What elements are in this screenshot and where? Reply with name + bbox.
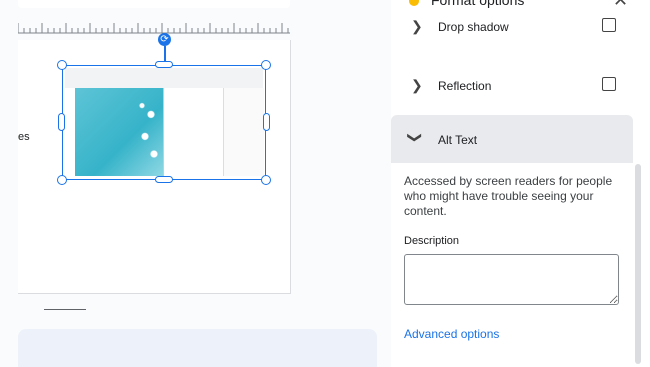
speaker-notes-area[interactable] — [18, 329, 377, 367]
selected-image[interactable] — [57, 60, 271, 185]
image-content-toolbar — [65, 68, 263, 88]
resize-handle-top-left[interactable] — [57, 60, 67, 70]
section-label-reflection: Reflection — [438, 79, 492, 93]
image-content-photo — [75, 88, 163, 176]
format-options-panel: Format options ✕ ❯ Drop shadow ❯ Reflect… — [391, 0, 650, 367]
chevron-right-icon: ❯ — [411, 18, 423, 34]
section-label-alt-text: Alt Text — [438, 133, 478, 147]
section-label-drop-shadow: Drop shadow — [438, 20, 509, 34]
slide-canvas-area: es ⟳ — [0, 0, 380, 367]
resize-handle-bottom-right[interactable] — [261, 175, 271, 185]
description-input[interactable] — [404, 254, 619, 305]
panel-title: Format options — [431, 0, 525, 8]
horizontal-ruler[interactable] — [18, 20, 290, 34]
image-frame[interactable] — [62, 65, 266, 180]
chevron-right-icon: ❯ — [411, 77, 423, 93]
drop-shadow-checkbox[interactable] — [602, 18, 616, 32]
slide-text-fragment: es — [18, 131, 30, 143]
section-alt-text[interactable]: ❯ Alt Text — [391, 115, 633, 163]
reflection-checkbox[interactable] — [602, 77, 616, 91]
image-content-flowers — [133, 88, 163, 176]
section-drop-shadow[interactable]: ❯ Drop shadow — [391, 13, 633, 43]
close-icon[interactable]: ✕ — [613, 0, 628, 11]
resize-handle-right[interactable] — [263, 113, 270, 131]
image-content-sidepanel — [223, 88, 264, 176]
panel-scrollbar[interactable] — [635, 164, 641, 364]
format-options-icon — [409, 0, 419, 6]
alt-text-description: Accessed by screen readers for people wh… — [404, 174, 613, 218]
resize-handle-bottom-left[interactable] — [57, 175, 67, 185]
rotate-icon[interactable]: ⟳ — [158, 33, 171, 46]
chevron-down-icon: ❯ — [407, 131, 424, 144]
resize-handle-bottom[interactable] — [155, 176, 173, 183]
image-content-panel — [163, 88, 200, 176]
section-reflection[interactable]: ❯ Reflection — [391, 72, 633, 102]
resize-handle-left[interactable] — [58, 113, 65, 131]
resize-handle-top[interactable] — [155, 61, 173, 68]
advanced-options-link[interactable]: Advanced options — [404, 327, 499, 341]
panel-header: Format options ✕ — [391, 0, 641, 10]
divider-line — [44, 309, 86, 310]
description-label: Description — [404, 235, 460, 247]
resize-handle-top-right[interactable] — [261, 60, 271, 70]
slide-top-edge — [18, 0, 290, 8]
